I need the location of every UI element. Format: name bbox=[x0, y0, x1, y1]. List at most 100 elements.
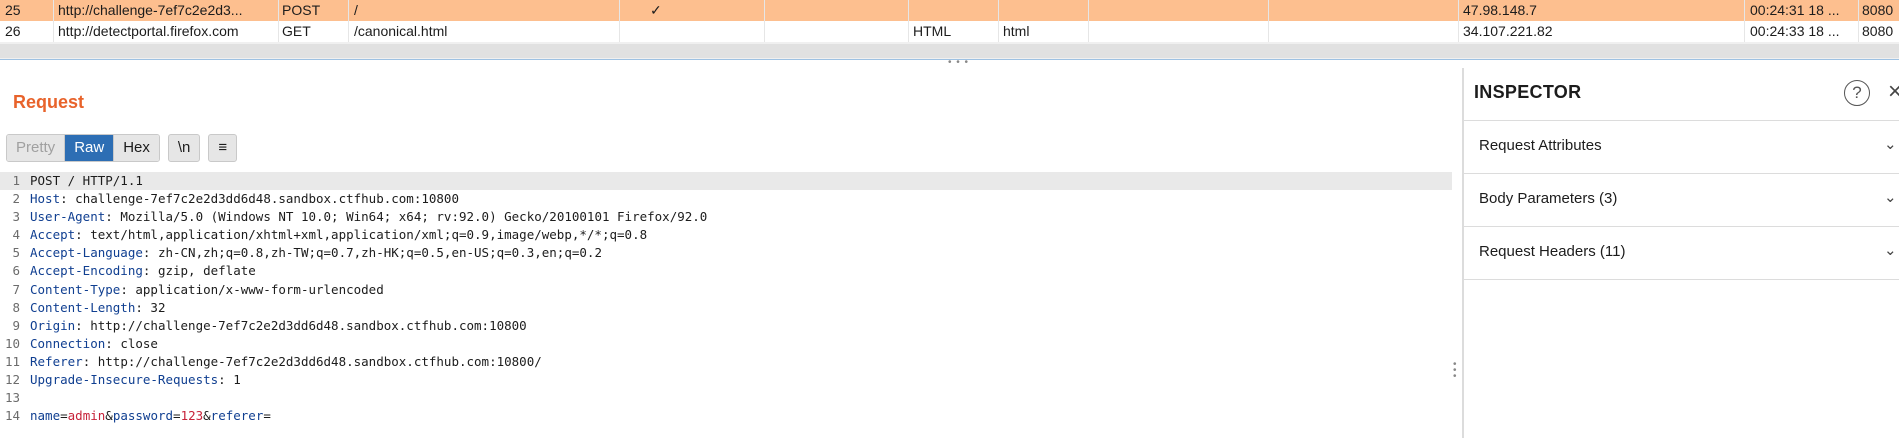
column-divider bbox=[619, 0, 620, 42]
code-line: 8 Content-Length: 32 bbox=[0, 299, 1452, 317]
header-name: Host bbox=[30, 191, 61, 207]
request-editor[interactable]: 1 POST / HTTP/1.1 2 Host: challenge-7ef7c2… bbox=[0, 172, 1452, 425]
row-edited-check-icon: ✓ bbox=[650, 2, 662, 18]
header-name: Upgrade-Insecure-Requests bbox=[30, 372, 219, 388]
column-divider bbox=[908, 0, 909, 42]
line-number: 9 bbox=[12, 317, 20, 333]
section-label: Request Attributes bbox=[1479, 137, 1602, 154]
header-name: Accept bbox=[30, 227, 76, 243]
column-divider bbox=[1458, 0, 1459, 42]
header-value: text/html,application/xhtml+xml,applicat… bbox=[90, 227, 648, 243]
row-port: 8080 bbox=[1862, 2, 1894, 18]
request-toolbar: Pretty Raw Hex \n ≡ bbox=[6, 134, 238, 162]
tab-raw[interactable]: Raw bbox=[65, 135, 115, 161]
param-value: 123 bbox=[180, 408, 204, 424]
header-value: 1 bbox=[233, 372, 241, 388]
row-number: 25 bbox=[5, 2, 21, 18]
code-line: 2 Host: challenge-7ef7c2e2d3dd6d48.sandbo… bbox=[0, 190, 1452, 208]
header-value: http://challenge-7ef7c2e2d3dd6d48.sandbo… bbox=[97, 353, 542, 369]
row-ip: 47.98.148.7 bbox=[1463, 2, 1537, 18]
row-ip: 34.107.221.82 bbox=[1463, 23, 1553, 39]
section-request-attributes[interactable]: Request Attributes ⌄ bbox=[1464, 121, 1899, 174]
line-number: 1 bbox=[12, 173, 20, 188]
header-value: zh-CN,zh;q=0.8,zh-TW;q=0.7,zh-HK;q=0.5,e… bbox=[157, 245, 602, 261]
header-name: Referer bbox=[30, 353, 83, 369]
line-number: 8 bbox=[12, 299, 20, 315]
row-mime: HTML bbox=[913, 23, 952, 39]
row-number: 26 bbox=[5, 23, 21, 39]
section-request-headers[interactable]: Request Headers (11) ⌄ bbox=[1464, 227, 1899, 280]
header-value: http://challenge-7ef7c2e2d3dd6d48.sandbo… bbox=[90, 317, 527, 333]
line-number: 10 bbox=[4, 335, 20, 351]
line-number: 11 bbox=[4, 353, 20, 369]
header-name: Accept-Language bbox=[30, 245, 143, 261]
code-line: 4 Accept: text/html,application/xhtml+xml… bbox=[0, 226, 1452, 244]
column-divider bbox=[998, 0, 999, 42]
table-row[interactable]: 25 http://challenge-7ef7c2e2d3... POST /… bbox=[0, 0, 1899, 21]
code-line: 1 POST / HTTP/1.1 bbox=[0, 172, 1452, 191]
inspector-title: INSPECTOR bbox=[1474, 82, 1582, 102]
line-number: 13 bbox=[4, 390, 20, 406]
column-divider bbox=[1744, 0, 1745, 42]
code-line: 3 User-Agent: Mozilla/5.0 (Windows NT 10.… bbox=[0, 208, 1452, 226]
row-time: 00:24:31 18 ... bbox=[1750, 2, 1840, 18]
header-value: 32 bbox=[150, 299, 166, 315]
row-method: GET bbox=[282, 23, 311, 39]
row-host: http://challenge-7ef7c2e2d3... bbox=[58, 2, 243, 18]
header-value: challenge-7ef7c2e2d3dd6d48.sandbox.ctfhu… bbox=[75, 191, 459, 207]
header-name: Origin bbox=[30, 317, 76, 333]
history-table: 25 http://challenge-7ef7c2e2d3... POST /… bbox=[0, 0, 1899, 44]
code-line: 7 Content-Type: application/x-www-form-ur… bbox=[0, 281, 1452, 299]
param-key: referer bbox=[210, 408, 264, 424]
close-icon[interactable]: × bbox=[1888, 78, 1899, 106]
line-number: 2 bbox=[12, 191, 20, 207]
row-url: /canonical.html bbox=[354, 23, 448, 39]
chevron-down-icon: ⌄ bbox=[1884, 189, 1897, 206]
resize-grip-icon[interactable]: • • • bbox=[948, 58, 969, 68]
column-divider bbox=[53, 0, 54, 42]
scrollbar-thumb[interactable] bbox=[0, 44, 1899, 58]
inspector-panel: INSPECTOR ? × Request Attributes ⌄ Body … bbox=[1462, 68, 1899, 438]
row-url: / bbox=[354, 2, 358, 18]
help-icon[interactable]: ? bbox=[1844, 80, 1870, 106]
line-number: 12 bbox=[4, 372, 20, 388]
request-title: Request bbox=[13, 92, 85, 112]
request-line: POST / HTTP/1.1 bbox=[30, 173, 143, 188]
section-body-parameters[interactable]: Body Parameters (3) ⌄ bbox=[1464, 174, 1899, 227]
column-divider bbox=[348, 0, 349, 42]
column-divider bbox=[278, 0, 279, 42]
header-name: Connection bbox=[30, 335, 106, 351]
header-name: User-Agent bbox=[30, 209, 106, 225]
view-mode-toggle: Pretty Raw Hex bbox=[6, 134, 160, 162]
line-number: 3 bbox=[12, 209, 20, 225]
tab-hex[interactable]: Hex bbox=[114, 135, 159, 161]
menu-icon[interactable]: ≡ bbox=[208, 134, 238, 162]
column-divider bbox=[1858, 0, 1859, 42]
param-key: password bbox=[112, 408, 174, 424]
section-label: Request Headers (11) bbox=[1479, 243, 1626, 260]
header-value: close bbox=[120, 335, 158, 351]
tab-pretty[interactable]: Pretty bbox=[7, 135, 66, 161]
line-number: 7 bbox=[12, 281, 20, 297]
code-line: 9 Origin: http://challenge-7ef7c2e2d3dd6d… bbox=[0, 317, 1452, 335]
line-number: 14 bbox=[4, 408, 20, 424]
line-number: 6 bbox=[12, 263, 20, 279]
vertical-resize-grip-icon[interactable]: • • • bbox=[1453, 360, 1459, 388]
header-value: gzip, deflate bbox=[157, 263, 256, 279]
param-key: name bbox=[30, 408, 61, 424]
column-divider bbox=[1088, 0, 1089, 42]
code-line: 11 Referer: http://challenge-7ef7c2e2d3dd… bbox=[0, 353, 1452, 371]
table-row[interactable]: 26 http://detectportal.firefox.com GET /… bbox=[0, 21, 1899, 42]
chevron-down-icon: ⌄ bbox=[1884, 242, 1897, 259]
inspector-header: INSPECTOR ? × bbox=[1464, 68, 1899, 121]
column-divider bbox=[764, 0, 765, 42]
code-line: 5 Accept-Language: zh-CN,zh;q=0.8,zh-TW;q… bbox=[0, 244, 1452, 262]
code-line: 6 Accept-Encoding: gzip, deflate bbox=[0, 262, 1452, 280]
code-line: 10 Connection: close bbox=[0, 335, 1452, 353]
newline-toggle-button[interactable]: \n bbox=[167, 134, 201, 162]
section-label: Body Parameters (3) bbox=[1479, 190, 1618, 207]
code-line: 13 bbox=[0, 389, 1452, 407]
row-time: 00:24:33 18 ... bbox=[1750, 23, 1840, 39]
code-line: 12 Upgrade-Insecure-Requests: 1 bbox=[0, 371, 1452, 389]
chevron-down-icon: ⌄ bbox=[1884, 136, 1897, 153]
